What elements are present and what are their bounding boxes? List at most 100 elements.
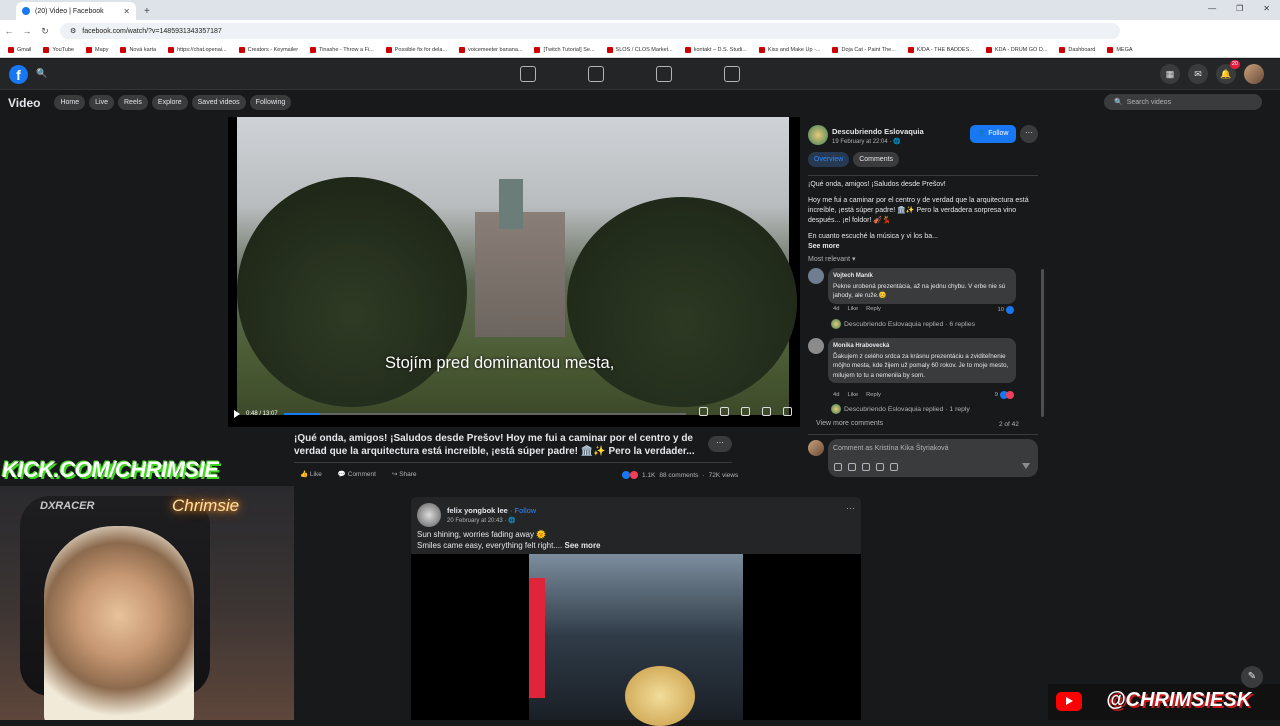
send-icon[interactable] (1022, 463, 1030, 469)
groups-icon[interactable] (656, 66, 672, 82)
gif-icon[interactable] (876, 463, 884, 471)
reaction-count[interactable]: 1.1K (642, 472, 655, 479)
back-icon[interactable]: ← (0, 26, 18, 36)
url-field[interactable]: ⚙ facebook.com/watch/?v=1485931343357187 (60, 23, 1120, 39)
search-icon[interactable]: 🔍 (36, 68, 47, 79)
comment-input[interactable]: Comment as Kristína Kika Štyriaková (828, 439, 1038, 477)
close-window-icon[interactable]: ✕ (1263, 4, 1270, 13)
subnav-saved-videos[interactable]: Saved videos (191, 95, 246, 110)
comment-like-button[interactable]: Like (847, 306, 858, 312)
comment-reply-button[interactable]: Reply (866, 392, 881, 398)
browser-tab[interactable]: (20) Video | Facebook ✕ (16, 2, 136, 20)
emoji-icon[interactable] (848, 463, 856, 471)
messenger-icon[interactable]: ✉ (1188, 64, 1208, 84)
bookmark-item[interactable]: KDA - DRUM GO D... (985, 46, 1047, 53)
see-more-link[interactable]: See more (808, 243, 840, 250)
tab-comments[interactable]: Comments (853, 152, 900, 167)
post-author-avatar[interactable] (417, 503, 441, 527)
camera-icon[interactable] (862, 463, 870, 471)
site-info-icon[interactable]: ⚙ (70, 27, 76, 35)
gaming-icon[interactable] (724, 66, 740, 82)
fullscreen-icon[interactable] (741, 407, 750, 416)
bookmark-item[interactable]: SLOS / CLOS Market... (606, 46, 673, 53)
bookmark-item[interactable]: Tinashe - Throw a Fi... (310, 46, 374, 53)
bookmark-item[interactable]: Nová karta (120, 46, 156, 53)
profile-avatar[interactable] (1244, 64, 1264, 84)
comments-count[interactable]: 88 comments (659, 472, 698, 479)
reload-icon[interactable]: ↻ (36, 26, 54, 37)
bookmark-item[interactable]: MEGA (1107, 46, 1133, 53)
bookmark-item[interactable]: kontakt – D.S. Studi... (684, 46, 747, 53)
page-avatar[interactable] (808, 125, 828, 145)
page-name[interactable]: Descubriendo Eslovaquia (832, 127, 924, 136)
share-button[interactable]: ↪ Share (392, 470, 417, 478)
post-date[interactable]: 19 February at 22:04 · 🌐 (832, 138, 901, 145)
comment-reply-button[interactable]: Reply (866, 306, 881, 312)
like-button[interactable]: 👍 Like (300, 470, 322, 478)
play-icon[interactable] (234, 410, 240, 418)
subnav-live[interactable]: Live (89, 95, 114, 110)
tab-overview[interactable]: Overview (808, 152, 850, 167)
new-message-icon[interactable]: ✎ (1241, 666, 1263, 688)
commenter-avatar[interactable] (808, 268, 824, 284)
video-search-input[interactable]: 🔍 Search videos (1104, 94, 1262, 110)
facebook-logo-icon[interactable]: f (9, 65, 28, 84)
bookmark-item[interactable]: YouTube (43, 46, 74, 53)
captions-icon[interactable] (720, 407, 729, 416)
home-icon[interactable] (520, 66, 536, 82)
marketplace-icon[interactable] (588, 66, 604, 82)
commenter-avatar[interactable] (808, 338, 824, 354)
sort-comments-dropdown[interactable]: Most relevant ▾ (808, 255, 855, 263)
post-video[interactable] (411, 554, 861, 726)
close-tab-icon[interactable]: ✕ (123, 7, 130, 16)
avatar-sticker-icon[interactable] (834, 463, 842, 471)
subnav-explore[interactable]: Explore (151, 95, 188, 110)
menu-grid-icon[interactable]: ▦ (1160, 64, 1180, 84)
progress-track[interactable] (284, 413, 686, 415)
settings-icon[interactable] (699, 407, 708, 416)
bookmark-item[interactable]: Kiss and Make Up -... (758, 46, 820, 53)
see-more-link[interactable]: See more (564, 541, 600, 550)
maximize-icon[interactable]: ❐ (1236, 4, 1243, 13)
subnav-reels[interactable]: Reels (118, 95, 148, 110)
panel-more-button[interactable]: ··· (1020, 125, 1038, 143)
comment-button[interactable]: 💬 Comment (338, 470, 376, 478)
bookmark-item[interactable]: Dashboard (1059, 46, 1095, 53)
volume-icon[interactable] (783, 407, 792, 416)
comment-like-button[interactable]: Like (847, 392, 858, 398)
bookmark-item[interactable]: Creators - Keymailer (238, 46, 298, 53)
post-date[interactable]: 20 February at 20:43 · 🌐 (447, 517, 516, 524)
comment-reactions[interactable]: 9 (995, 391, 1014, 399)
bookmark-item[interactable]: Possible fix for dela... (385, 46, 447, 53)
post-follow-link[interactable]: · Follow (510, 506, 536, 515)
forward-icon[interactable]: → (18, 26, 36, 36)
comment-author[interactable]: Monika Hrabovecká (833, 343, 889, 349)
subnav-home[interactable]: Home (54, 95, 86, 110)
video-more-button[interactable]: ··· (708, 436, 732, 452)
bookmark-item[interactable]: [Twitch Tutorial] Se... (534, 46, 595, 53)
comments-scrollbar[interactable] (1041, 269, 1044, 417)
bookmark-item[interactable]: Mapy (86, 46, 108, 53)
post-more-icon[interactable]: ··· (846, 503, 855, 513)
view-more-comments-link[interactable]: View more comments (816, 420, 883, 427)
comment-reactions[interactable]: 10 (998, 306, 1014, 314)
comment-age[interactable]: 4d (833, 306, 839, 312)
follow-button[interactable]: 👤 Follow (970, 125, 1016, 143)
bookmark-item[interactable]: Gmail (8, 46, 31, 53)
comment-age[interactable]: 4d (833, 392, 839, 398)
bookmark-item[interactable]: https://chat.openai... (168, 46, 227, 53)
view-replies-link[interactable]: Descubriendo Eslovaquia replied · 6 repl… (831, 319, 975, 329)
bookmark-item[interactable]: voicemeeter banana... (459, 46, 522, 53)
comment-author[interactable]: Vojtech Maník (833, 273, 873, 279)
pip-icon[interactable] (762, 407, 771, 416)
bookmark-item[interactable]: K/DA - THE BADDES... (907, 46, 974, 53)
minimize-icon[interactable]: — (1208, 4, 1216, 13)
view-replies-link[interactable]: Descubriendo Eslovaquia replied · 1 repl… (831, 404, 970, 414)
bookmark-item[interactable]: Doja Cat - Paint The... (832, 46, 896, 53)
author-link[interactable]: felix yongbok lee (447, 506, 508, 515)
notifications-icon[interactable]: 🔔 20 (1216, 60, 1240, 84)
sticker-icon[interactable] (890, 463, 898, 471)
new-tab-icon[interactable]: + (144, 6, 150, 17)
video-player[interactable]: Stojím pred dominantou mesta, 0:48 / 13:… (228, 117, 800, 427)
subnav-following[interactable]: Following (249, 95, 292, 110)
